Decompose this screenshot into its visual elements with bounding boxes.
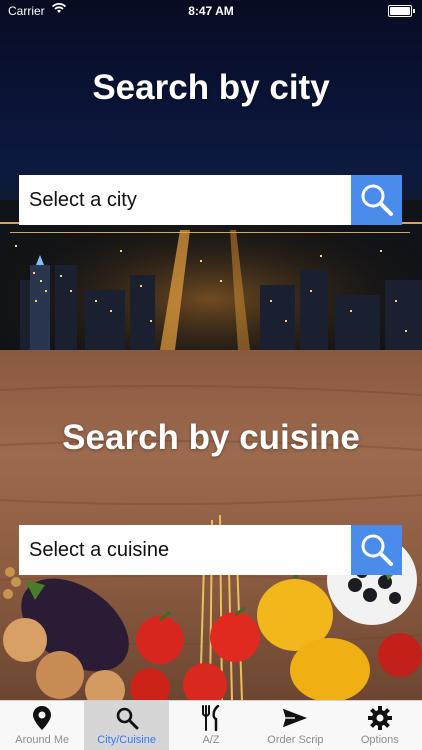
map-pin-icon bbox=[29, 705, 55, 731]
gear-icon bbox=[367, 705, 393, 731]
city-search-row: Select a city bbox=[19, 175, 402, 225]
battery-icon bbox=[388, 5, 415, 17]
city-search-section: Search by city Select a city bbox=[0, 0, 422, 350]
city-search-button[interactable] bbox=[351, 175, 402, 225]
cuisine-search-row: Select a cuisine bbox=[19, 525, 402, 575]
tab-options[interactable]: Options bbox=[338, 701, 422, 750]
status-bar: Carrier 8:47 AM bbox=[0, 0, 422, 22]
magnifier-icon bbox=[361, 534, 393, 566]
tab-label: Order Scrip bbox=[267, 734, 324, 746]
search-icon bbox=[114, 705, 140, 731]
cuisine-search-section: Search by cuisine Select a cuisine bbox=[0, 350, 422, 700]
cuisine-section-title: Search by cuisine bbox=[62, 418, 360, 457]
clock: 8:47 AM bbox=[188, 4, 234, 18]
tab-label: Around Me bbox=[15, 734, 70, 746]
magnifier-icon bbox=[361, 184, 393, 216]
paper-plane-icon bbox=[282, 705, 308, 731]
city-section-title: Search by city bbox=[92, 68, 330, 107]
cuisine-select-field[interactable]: Select a cuisine bbox=[19, 525, 351, 575]
tab-a-z[interactable]: A/Z bbox=[169, 701, 253, 750]
city-select-field[interactable]: Select a city bbox=[19, 175, 351, 225]
tab-city-cuisine[interactable]: City/Cuisine bbox=[84, 701, 169, 750]
tab-label: Options bbox=[360, 734, 399, 746]
tab-bar: Around Me City/Cuisine A/Z Order Scrip O… bbox=[0, 700, 422, 750]
cuisine-search-button[interactable] bbox=[351, 525, 402, 575]
tab-label: A/Z bbox=[202, 734, 220, 746]
tab-around-me[interactable]: Around Me bbox=[0, 701, 84, 750]
fork-knife-icon bbox=[198, 705, 224, 731]
tab-label: City/Cuisine bbox=[97, 734, 156, 746]
tab-order-scrip[interactable]: Order Scrip bbox=[253, 701, 337, 750]
